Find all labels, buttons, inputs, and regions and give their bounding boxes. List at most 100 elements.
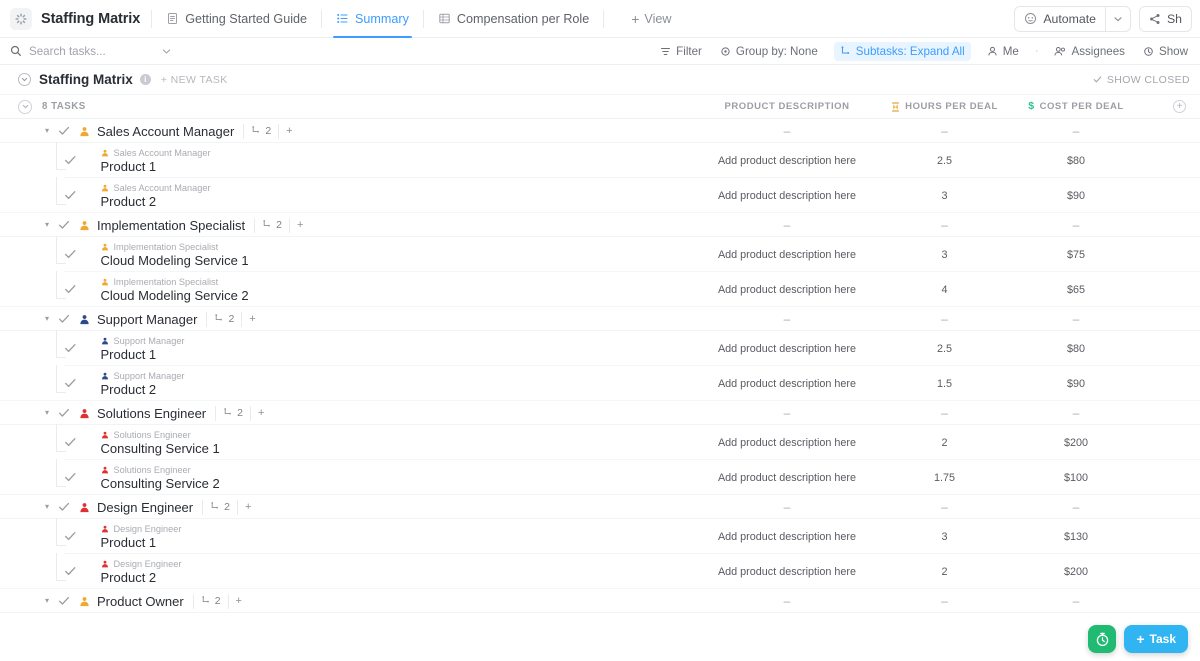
info-icon[interactable]: i: [139, 74, 151, 85]
subtask-status-check-icon[interactable]: [64, 283, 77, 296]
chevron-down-icon[interactable]: ▾: [45, 221, 54, 229]
task-group-row[interactable]: ▾ Implementation Specialist 2 + – – –: [0, 213, 1200, 237]
add-view-button[interactable]: + View: [631, 12, 671, 26]
subtask-row[interactable]: Design Engineer Product 1 Add product desc…: [0, 517, 1200, 554]
cell-hours-per-deal[interactable]: –: [882, 500, 1007, 514]
add-subtask-button[interactable]: +: [258, 407, 264, 419]
task-group-row[interactable]: ▾ Product Owner 2 + – – –: [0, 589, 1200, 613]
subtask-row[interactable]: Support Manager Product 1 Add product desc…: [0, 329, 1200, 366]
add-column-button[interactable]: +: [1173, 100, 1186, 113]
cell-cost-per-deal[interactable]: –: [1007, 406, 1145, 420]
subtask-row[interactable]: Sales Account Manager Product 2 Add produc…: [0, 176, 1200, 213]
cell-product-description[interactable]: Add product description here: [692, 437, 882, 449]
chevron-down-icon[interactable]: ▾: [45, 409, 54, 417]
add-task-button[interactable]: + Task: [1124, 625, 1188, 653]
cell-hours-per-deal[interactable]: 3: [882, 249, 1007, 261]
cell-hours-per-deal[interactable]: –: [882, 218, 1007, 232]
cell-hours-per-deal[interactable]: –: [882, 312, 1007, 326]
subtask-status-check-icon[interactable]: [64, 154, 77, 167]
cell-product-description[interactable]: Add product description here: [692, 531, 882, 543]
cell-cost-per-deal[interactable]: –: [1007, 594, 1145, 608]
cell-cost-per-deal[interactable]: –: [1007, 312, 1145, 326]
subtask-status-check-icon[interactable]: [64, 342, 77, 355]
cell-product-description[interactable]: Add product description here: [692, 190, 882, 202]
subtask-status-check-icon[interactable]: [64, 377, 77, 390]
subtask-count-badge[interactable]: 2: [192, 593, 229, 609]
subtask-status-check-icon[interactable]: [64, 248, 77, 261]
cell-product-description[interactable]: Add product description here: [692, 249, 882, 261]
tab-compensation-per-role[interactable]: Compensation per Role: [435, 0, 592, 38]
share-button[interactable]: Sh: [1138, 5, 1192, 32]
chevron-down-icon[interactable]: ▾: [45, 503, 54, 511]
subtask-count-badge[interactable]: 2: [202, 499, 238, 515]
add-subtask-button[interactable]: +: [249, 313, 255, 325]
cell-hours-per-deal[interactable]: 2.5: [882, 155, 1007, 167]
cell-cost-per-deal[interactable]: $65: [1007, 284, 1145, 296]
task-status-check-icon[interactable]: [58, 595, 70, 607]
cell-product-description[interactable]: –: [692, 594, 882, 608]
subtask-status-check-icon[interactable]: [64, 436, 77, 449]
subtask-row[interactable]: Design Engineer Product 2 Add product desc…: [0, 552, 1200, 589]
tab-getting-started-guide[interactable]: Getting Started Guide: [163, 0, 310, 38]
cell-product-description[interactable]: Add product description here: [692, 343, 882, 355]
cell-cost-per-deal[interactable]: $90: [1007, 378, 1145, 390]
subtask-status-check-icon[interactable]: [64, 530, 77, 543]
column-hours-per-deal[interactable]: HOURS PER DEAL: [882, 101, 1007, 112]
column-product-description[interactable]: PRODUCT DESCRIPTION: [692, 101, 882, 112]
add-subtask-button[interactable]: +: [286, 125, 292, 137]
cell-cost-per-deal[interactable]: $80: [1007, 155, 1145, 167]
cell-product-description[interactable]: –: [692, 218, 882, 232]
cell-product-description[interactable]: Add product description here: [692, 284, 882, 296]
task-status-check-icon[interactable]: [58, 501, 70, 513]
cell-product-description[interactable]: –: [692, 406, 882, 420]
chevron-down-icon[interactable]: ▾: [45, 315, 54, 323]
task-status-check-icon[interactable]: [58, 313, 70, 325]
chevron-down-icon[interactable]: ▾: [45, 597, 54, 605]
collapse-group-icon[interactable]: [18, 99, 32, 114]
cell-product-description[interactable]: –: [692, 500, 882, 514]
subtask-count-badge[interactable]: 2: [206, 311, 243, 327]
column-cost-per-deal[interactable]: $ COST PER DEAL: [1007, 101, 1145, 112]
subtask-count-badge[interactable]: 2: [243, 123, 280, 139]
search-input[interactable]: Search tasks...: [10, 41, 172, 61]
cell-product-description[interactable]: Add product description here: [692, 378, 882, 390]
automate-button[interactable]: Automate: [1014, 5, 1105, 32]
cell-cost-per-deal[interactable]: $75: [1007, 249, 1145, 261]
show-closed-button[interactable]: SHOW CLOSED: [1093, 74, 1190, 86]
show-button[interactable]: Show: [1141, 42, 1190, 61]
cell-product-description[interactable]: Add product description here: [692, 155, 882, 167]
cell-cost-per-deal[interactable]: $90: [1007, 190, 1145, 202]
task-group-row[interactable]: ▾ Sales Account Manager 2 + – – –: [0, 119, 1200, 143]
task-group-row[interactable]: ▾ Support Manager 2 + – – –: [0, 307, 1200, 331]
subtask-row[interactable]: Sales Account Manager Product 1 Add produc…: [0, 141, 1200, 178]
subtask-status-check-icon[interactable]: [64, 565, 77, 578]
cell-cost-per-deal[interactable]: $100: [1007, 472, 1145, 484]
cell-hours-per-deal[interactable]: –: [882, 124, 1007, 138]
cell-cost-per-deal[interactable]: $130: [1007, 531, 1145, 543]
cell-hours-per-deal[interactable]: 4: [882, 284, 1007, 296]
subtask-count-badge[interactable]: 2: [215, 405, 251, 421]
chevron-down-icon[interactable]: ▾: [45, 127, 54, 135]
automate-dropdown-button[interactable]: [1104, 5, 1131, 32]
subtask-row[interactable]: Implementation Specialist Cloud Modeling …: [0, 270, 1200, 307]
subtask-row[interactable]: Support Manager Product 2 Add product desc…: [0, 364, 1200, 401]
subtask-row[interactable]: Solutions Engineer Consulting Service 1 Ad…: [0, 423, 1200, 460]
tab-summary[interactable]: Summary: [333, 0, 412, 38]
start-timer-button[interactable]: [1088, 625, 1117, 653]
assignees-button[interactable]: Assignees: [1052, 42, 1127, 61]
cell-product-description[interactable]: –: [692, 312, 882, 326]
subtask-row[interactable]: Implementation Specialist Cloud Modeling …: [0, 235, 1200, 272]
cell-cost-per-deal[interactable]: –: [1007, 124, 1145, 138]
group-by-button[interactable]: Group by: None: [718, 42, 820, 61]
cell-hours-per-deal[interactable]: 3: [882, 190, 1007, 202]
cell-product-description[interactable]: –: [692, 124, 882, 138]
cell-cost-per-deal[interactable]: $200: [1007, 566, 1145, 578]
subtask-count-badge[interactable]: 2: [254, 217, 290, 233]
subtask-row[interactable]: Solutions Engineer Consulting Service 2 Ad…: [0, 458, 1200, 495]
cell-hours-per-deal[interactable]: 2.5: [882, 343, 1007, 355]
search-chevron-down-icon[interactable]: [161, 46, 172, 57]
task-group-row[interactable]: ▾ Design Engineer 2 + – – –: [0, 495, 1200, 519]
cell-hours-per-deal[interactable]: 1.5: [882, 378, 1007, 390]
add-subtask-button[interactable]: +: [236, 595, 242, 607]
cell-cost-per-deal[interactable]: $200: [1007, 437, 1145, 449]
